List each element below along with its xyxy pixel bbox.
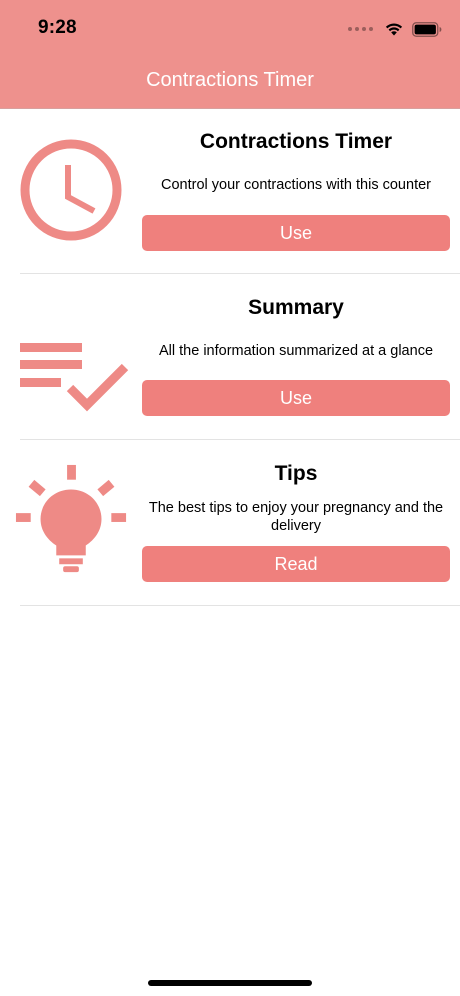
menu-row-summary: Summary All the information summarized a… xyxy=(0,274,460,440)
row-title: Contractions Timer xyxy=(199,130,393,153)
row-title: Tips xyxy=(274,462,318,485)
use-summary-button[interactable]: Use xyxy=(142,380,450,416)
home-indicator[interactable] xyxy=(148,980,312,986)
status-bar: 9:28 xyxy=(0,0,460,56)
row-description: The best tips to enjoy your pregnancy an… xyxy=(148,500,444,534)
row-title: Summary xyxy=(248,296,344,319)
menu-row-contractions-timer: Contractions Timer Control your contract… xyxy=(0,108,460,274)
lightbulb-icon xyxy=(15,464,127,573)
cellular-signal-icon xyxy=(348,27,373,31)
battery-icon xyxy=(412,21,442,37)
checklist-icon xyxy=(20,343,129,412)
row-divider xyxy=(20,605,460,606)
status-time: 9:28 xyxy=(38,17,77,38)
status-icons xyxy=(348,18,442,40)
row-description: Control your contractions with this coun… xyxy=(161,177,431,193)
read-tips-button[interactable]: Read xyxy=(142,546,450,582)
clock-icon xyxy=(20,139,122,241)
navigation-bar: Contractions Timer xyxy=(0,56,460,109)
use-contractions-timer-button[interactable]: Use xyxy=(142,215,450,251)
page-title: Contractions Timer xyxy=(146,69,314,91)
menu-row-tips: Tips The best tips to enjoy your pregnan… xyxy=(0,440,460,606)
row-description: All the information summarized at a glan… xyxy=(158,343,434,359)
wifi-icon xyxy=(385,23,403,36)
